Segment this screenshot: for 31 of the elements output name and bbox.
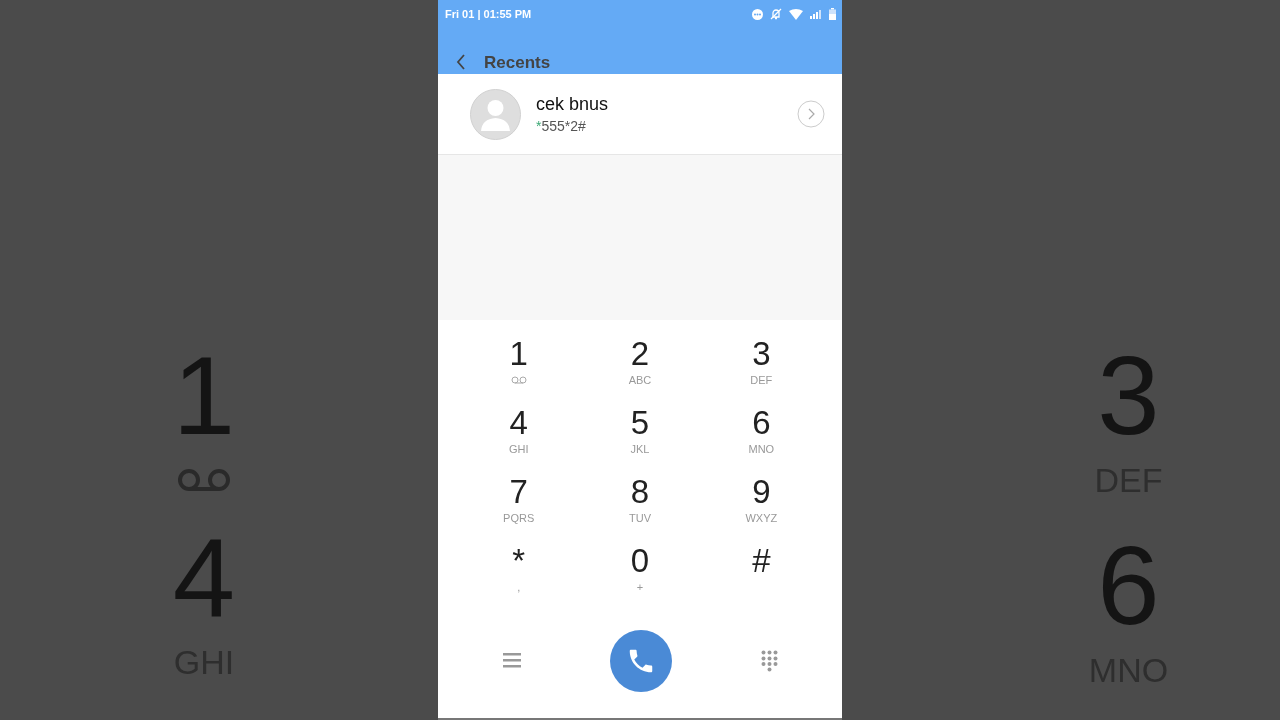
wifi-icon [789,8,803,20]
voicemail-icon [177,468,231,492]
back-icon[interactable] [456,54,466,70]
dial-key[interactable]: 8 TUV [579,473,701,542]
backdrop-digit: 4 [172,522,236,634]
header-title: Recents [484,53,551,73]
dial-key[interactable]: 5 JKL [579,404,701,473]
dial-key[interactable]: 1 [458,335,580,404]
contact-number: *555*2# [536,118,587,134]
dial-key[interactable]: * , [458,542,580,611]
battery-icon [829,8,836,20]
dial-key[interactable]: # [700,542,822,611]
chat-icon [752,8,763,20]
dial-key[interactable]: 2 ABC [579,335,701,404]
bell-off-icon [770,8,782,20]
backdrop-digit: 3 [1097,340,1160,452]
details-icon[interactable] [797,100,825,128]
dialpad-icon[interactable] [760,649,778,672]
dial-key[interactable]: 6 MNO [700,404,822,473]
contact-name: cek bnus [536,94,610,115]
dial-key[interactable]: 7 PQRS [458,473,580,542]
avatar-icon [470,88,521,140]
signal-icon [810,9,822,19]
dial-key[interactable]: 9 WXYZ [700,473,822,542]
dial-key[interactable]: 4 GHI [458,404,580,473]
backdrop-digit: 6 [1097,530,1160,642]
voicemail-icon [510,376,527,384]
menu-icon[interactable] [502,653,521,668]
dial-key[interactable]: 0 + [579,542,701,611]
status-time: Fri 01 | 01:55 PM [445,8,532,20]
dial-key[interactable]: 3 DEF [700,335,822,404]
